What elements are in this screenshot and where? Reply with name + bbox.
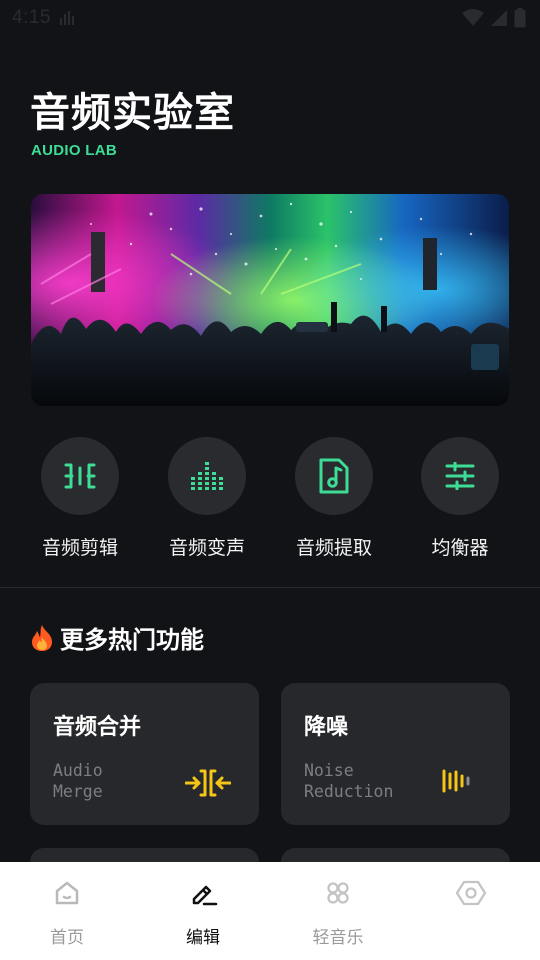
edit-icon <box>192 885 218 906</box>
card-title: 音频合并 <box>53 715 142 740</box>
nav-item-light-music[interactable]: 轻音乐 <box>293 862 383 960</box>
tool-audio-cut-label: 音频剪辑 <box>41 537 118 559</box>
wifi-icon <box>462 9 484 26</box>
nav-item-edit[interactable]: 编辑 <box>158 862 248 960</box>
card-subtitle-line: Audio <box>53 761 103 780</box>
card-audio-merge[interactable]: 音频合并 Audio Merge <box>30 683 259 825</box>
concert-banner-image[interactable] <box>31 194 509 406</box>
home-icon <box>55 881 79 905</box>
page-title: 音频实验室 <box>30 90 235 136</box>
audio-cut-icon <box>64 463 96 489</box>
fire-icon <box>32 624 52 651</box>
tool-audio-cut[interactable]: 音频剪辑 <box>20 437 140 560</box>
card-subtitle: Noise Reduction <box>304 760 393 802</box>
card-title: 降噪 <box>304 715 349 740</box>
tool-row: 音频剪辑 音频变声 音频提取 均衡器 <box>0 437 540 567</box>
noise-bars-icon <box>442 769 470 793</box>
nav-item-settings[interactable] <box>426 862 516 960</box>
section-title: 更多热门功能 <box>60 626 204 654</box>
bottom-nav: 首页 编辑 轻音乐 <box>0 862 540 960</box>
tool-audio-extract-button[interactable] <box>295 437 373 515</box>
nav-label: 编辑 <box>186 928 220 948</box>
page-subtitle: AUDIO LAB <box>31 142 118 159</box>
tool-equalizer-label: 均衡器 <box>431 537 489 559</box>
card-noise-reduction[interactable]: 降噪 Noise Reduction <box>281 683 510 825</box>
tool-audio-extract-label: 音频提取 <box>295 537 372 559</box>
cell-signal-icon <box>491 10 507 26</box>
tool-voice-change-label: 音频变声 <box>168 537 245 559</box>
tool-audio-cut-button[interactable] <box>41 437 119 515</box>
status-time: 4:15 <box>12 7 51 28</box>
tool-audio-extract[interactable]: 音频提取 <box>274 437 394 560</box>
grid-icon <box>327 882 349 904</box>
tool-equalizer[interactable]: 均衡器 <box>400 437 520 560</box>
sliders-icon <box>445 462 475 490</box>
signal-activity-icon <box>59 11 74 25</box>
status-bar: 4:15 <box>0 0 540 36</box>
equalizer-bars-icon <box>191 462 223 490</box>
merge-icon <box>185 769 231 797</box>
music-file-icon <box>319 458 349 494</box>
status-right <box>462 8 526 28</box>
status-left: 4:15 <box>12 7 75 29</box>
hot-section-header: 更多热门功能 <box>30 620 204 655</box>
settings-hexagon-icon <box>456 880 486 906</box>
tool-equalizer-button[interactable] <box>421 437 499 515</box>
card-subtitle-line: Noise <box>304 761 354 780</box>
section-divider <box>0 587 540 588</box>
nav-item-home[interactable]: 首页 <box>22 862 112 960</box>
card-subtitle: Audio Merge <box>53 760 103 802</box>
card-subtitle-line: Reduction <box>304 782 394 801</box>
nav-label: 首页 <box>50 928 84 948</box>
nav-label: 轻音乐 <box>312 928 364 948</box>
tool-voice-change[interactable]: 音频变声 <box>147 437 267 560</box>
battery-icon <box>514 8 526 28</box>
card-subtitle-line: Merge <box>53 782 103 801</box>
tool-voice-change-button[interactable] <box>168 437 246 515</box>
